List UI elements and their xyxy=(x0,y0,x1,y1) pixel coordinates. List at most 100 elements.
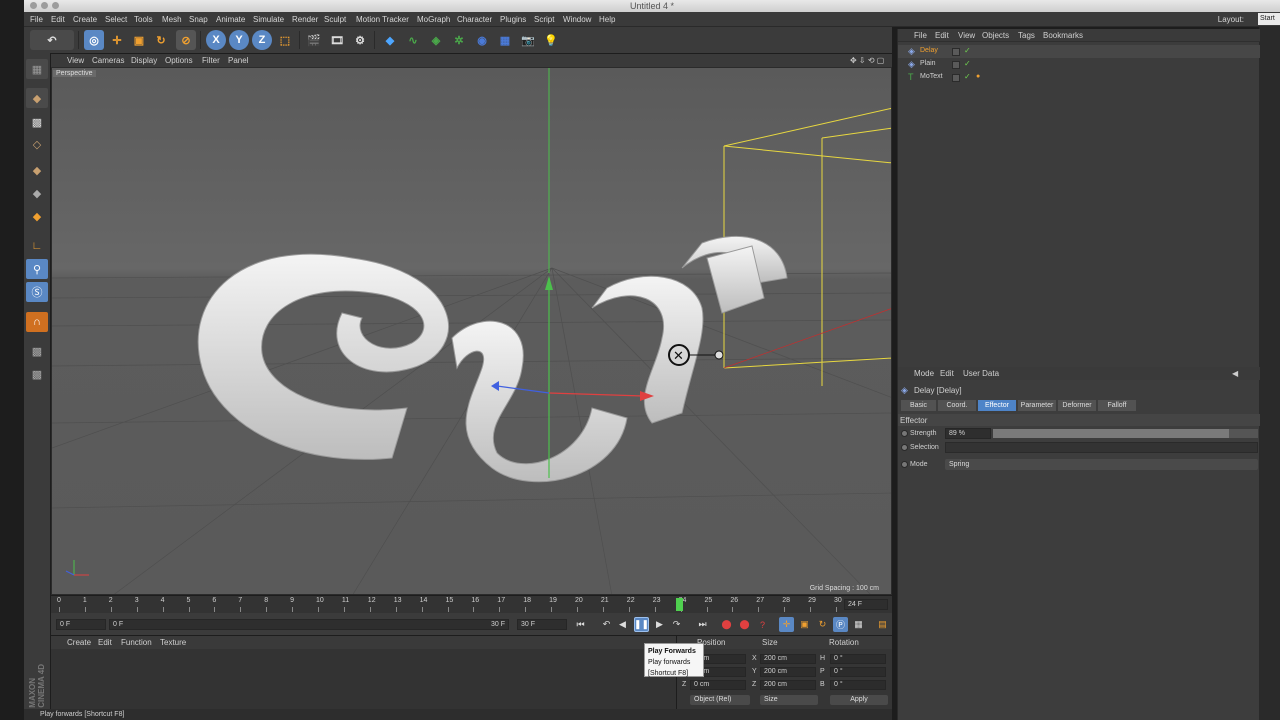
om-menu-edit[interactable]: Edit xyxy=(935,31,949,40)
material-manager-area[interactable] xyxy=(51,649,676,709)
end-frame-field[interactable]: 30 F xyxy=(517,619,567,630)
rot-b-field[interactable]: 0 ° xyxy=(830,680,886,690)
cube-object-icon[interactable]: ◆ xyxy=(380,30,400,50)
start-frame-field[interactable]: 0 F xyxy=(56,619,106,630)
viewport-menu-cameras[interactable]: Cameras xyxy=(92,56,124,65)
visibility-dot-icon[interactable] xyxy=(952,61,960,69)
record-active-objects-icon[interactable]: ⬤ xyxy=(719,617,734,632)
am-menu-edit[interactable]: Edit xyxy=(940,369,954,378)
go-to-start-icon[interactable]: ⏮ xyxy=(573,617,588,632)
rot-p-field[interactable]: 0 ° xyxy=(830,667,886,677)
camera-icon[interactable]: 📷 xyxy=(518,30,538,50)
polygons-mode-icon[interactable]: ◆ xyxy=(26,206,48,226)
menu-sculpt[interactable]: Sculpt xyxy=(324,15,346,24)
menu-edit[interactable]: Edit xyxy=(51,15,65,24)
point-level-animation-icon[interactable]: ▦ xyxy=(851,617,866,632)
enabled-check-icon[interactable]: ✓ xyxy=(964,72,971,81)
menu-snap[interactable]: Snap xyxy=(189,15,208,24)
record-parameter-icon[interactable]: Ⓟ xyxy=(833,617,848,632)
perspective-viewport[interactable]: ✕ Perspective Grid Spacing : 100 cm xyxy=(51,67,892,595)
menu-character[interactable]: Character xyxy=(457,15,492,24)
undo-icon[interactable]: ↶ xyxy=(30,30,74,50)
model-mode-icon[interactable]: ◆ xyxy=(26,88,48,108)
record-rotation-icon[interactable]: ↻ xyxy=(815,617,830,632)
minimize-window-icon[interactable] xyxy=(41,2,48,9)
y-axis-lock[interactable]: Y xyxy=(229,30,249,50)
tag-icon[interactable]: ● xyxy=(976,73,980,80)
rotate-icon[interactable]: ↻ xyxy=(151,30,171,50)
tab-effector[interactable]: Effector xyxy=(978,400,1016,411)
apply-button[interactable]: Apply xyxy=(830,695,888,705)
strength-slider[interactable] xyxy=(993,429,1258,438)
menu-motion-tracker[interactable]: Motion Tracker xyxy=(356,15,409,24)
menu-mograph[interactable]: MoGraph xyxy=(417,15,450,24)
go-to-previous-key-icon[interactable]: ↶ xyxy=(599,617,614,632)
pos-z-field[interactable]: 0 cm xyxy=(690,680,746,690)
rot-h-field[interactable]: 0 ° xyxy=(830,654,886,664)
visibility-dot-icon[interactable] xyxy=(952,48,960,56)
om-menu-bookmarks[interactable]: Bookmarks xyxy=(1043,31,1083,40)
axis-mode-icon[interactable]: ∟ xyxy=(26,236,48,256)
menu-mesh[interactable]: Mesh xyxy=(162,15,182,24)
menu-animate[interactable]: Animate xyxy=(216,15,245,24)
size-y-field[interactable]: 200 cm xyxy=(760,667,816,677)
object-row-plain[interactable]: ◈ Plain ✓ xyxy=(898,58,1260,71)
tab-basic[interactable]: Basic xyxy=(901,400,936,411)
viewport-nav-icons[interactable]: ✥ ⇩ ⟲ ▢ xyxy=(850,56,884,65)
size-z-field[interactable]: 200 cm xyxy=(760,680,816,690)
mode-select[interactable]: Spring xyxy=(945,459,1258,470)
material-menu-create[interactable]: Create xyxy=(67,638,91,647)
points-mode-icon[interactable]: ◆ xyxy=(26,160,48,180)
om-menu-objects[interactable]: Objects xyxy=(982,31,1009,40)
viewport-menu-options[interactable]: Options xyxy=(165,56,193,65)
menu-window[interactable]: Window xyxy=(563,15,591,24)
object-row-motext[interactable]: T MoText ✓ ● xyxy=(898,71,1260,84)
x-axis-lock[interactable]: X xyxy=(206,30,226,50)
selection-field[interactable] xyxy=(945,442,1258,453)
am-menu-mode[interactable]: Mode xyxy=(914,369,934,378)
snap-icon[interactable]: Ⓢ xyxy=(26,282,48,302)
go-to-end-icon[interactable]: ⏭ xyxy=(695,617,710,632)
record-scale-icon[interactable]: ▣ xyxy=(797,617,812,632)
om-menu-tags[interactable]: Tags xyxy=(1018,31,1035,40)
floor-icon[interactable]: ▦ xyxy=(495,30,515,50)
tab-falloff[interactable]: Falloff xyxy=(1098,400,1136,411)
recent-tool-icon[interactable]: ⊘ xyxy=(176,30,196,50)
move-icon[interactable]: ✛ xyxy=(107,30,127,50)
menu-help[interactable]: Help xyxy=(599,15,615,24)
autokeying-icon[interactable]: ⬤ xyxy=(737,617,752,632)
light-icon[interactable]: 💡 xyxy=(541,30,561,50)
zoom-window-icon[interactable] xyxy=(52,2,59,9)
back-arrow-icon[interactable]: ◀ xyxy=(1232,369,1238,378)
enabled-check-icon[interactable]: ✓ xyxy=(964,59,971,68)
material-menu-texture[interactable]: Texture xyxy=(160,638,186,647)
edges-mode-icon[interactable]: ◆ xyxy=(26,183,48,203)
record-position-icon[interactable]: ✛ xyxy=(779,617,794,632)
workplane-mode-icon[interactable]: ◇ xyxy=(26,134,48,154)
strength-field[interactable]: 89 % xyxy=(945,428,991,439)
object-row-delay[interactable]: ◈ Delay ✓ xyxy=(898,45,1260,58)
material-menu-function[interactable]: Function xyxy=(121,638,152,647)
magnet-icon[interactable]: ∩ xyxy=(26,312,48,332)
viewport-menu-view[interactable]: View xyxy=(67,56,84,65)
playhead[interactable] xyxy=(676,598,683,611)
preview-range-slider[interactable]: 0 F 30 F xyxy=(109,619,509,630)
visibility-dot-icon[interactable] xyxy=(952,74,960,82)
deformer-icon[interactable]: ◉ xyxy=(472,30,492,50)
effector-handle-knob[interactable] xyxy=(714,350,724,360)
coordinate-mode-select[interactable]: Object (Rel) xyxy=(690,695,750,705)
menu-tools[interactable]: Tools xyxy=(134,15,153,24)
menu-render[interactable]: Render xyxy=(292,15,318,24)
z-axis-lock[interactable]: Z xyxy=(252,30,272,50)
spline-pen-icon[interactable]: ∿ xyxy=(403,30,423,50)
size-mode-select[interactable]: Size xyxy=(760,695,818,705)
tab-deformer[interactable]: Deformer xyxy=(1058,400,1096,411)
make-editable-icon[interactable]: ▦ xyxy=(26,59,48,79)
go-to-next-key-icon[interactable]: ↷ xyxy=(669,617,684,632)
play-forwards-button[interactable]: ❚❚ xyxy=(634,617,649,632)
texture-mode-icon[interactable]: ▩ xyxy=(26,112,48,132)
size-x-field[interactable]: 200 cm xyxy=(760,654,816,664)
keyframe-selection-icon[interactable]: ? xyxy=(755,617,770,632)
menu-script[interactable]: Script xyxy=(534,15,554,24)
timeline-ruler[interactable]: 0123456789101112131415161718192021222324… xyxy=(51,596,892,613)
